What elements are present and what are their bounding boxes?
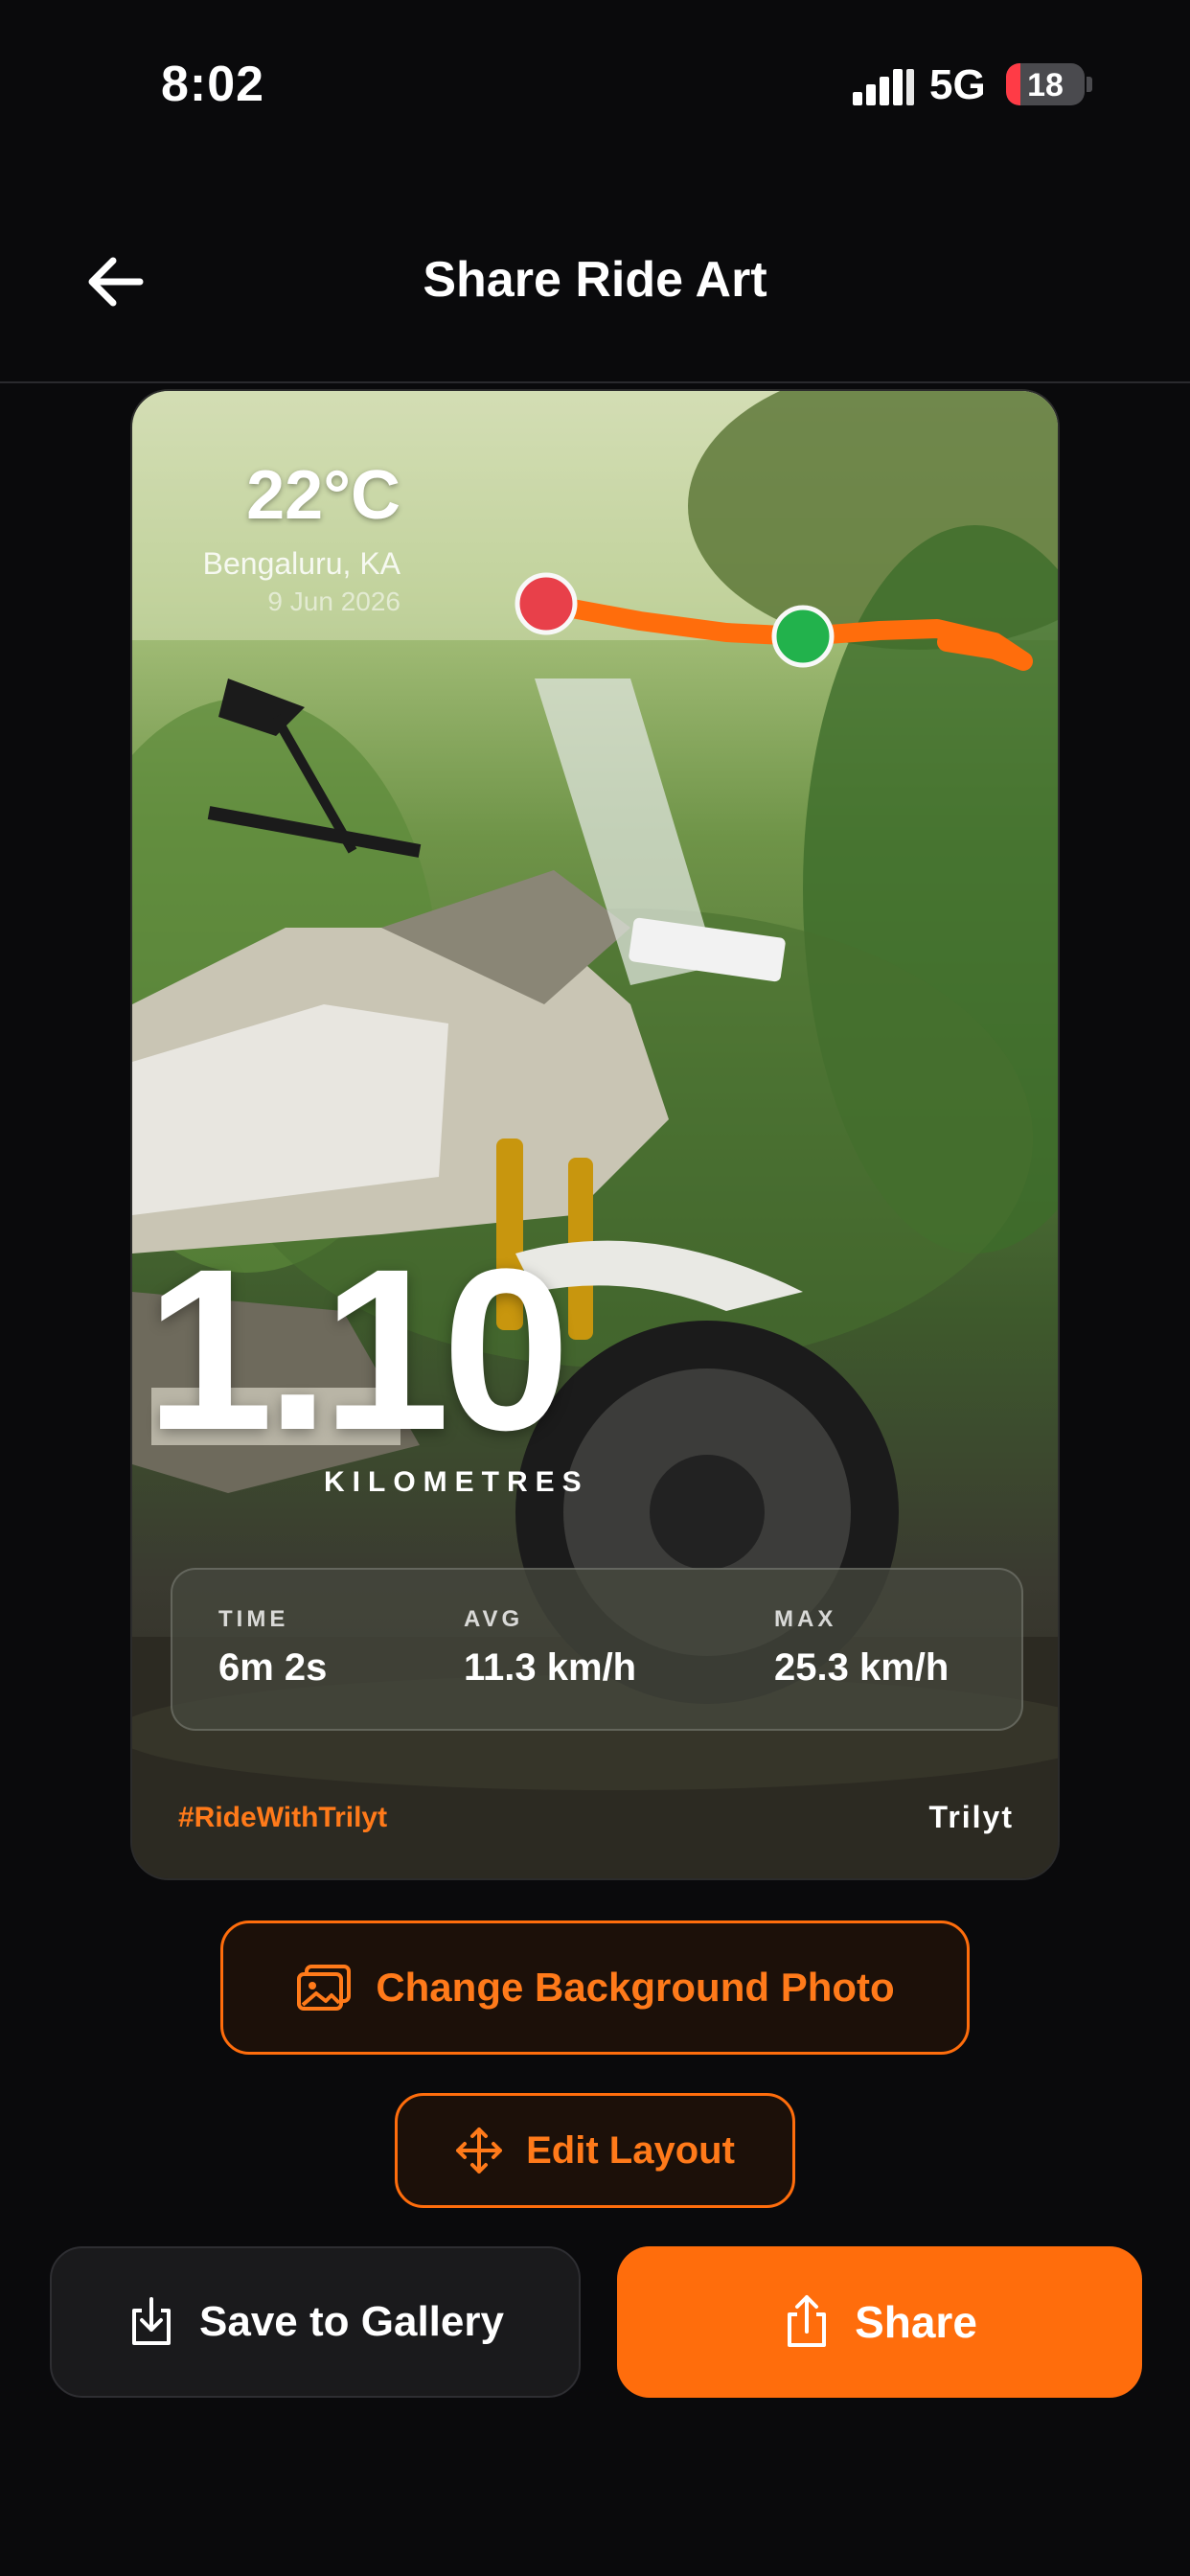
save-to-gallery-button[interactable]: Save to Gallery: [50, 2246, 581, 2398]
stats-panel: TIME 6m 2s AVG 11.3 km/h MAX 25.3 km/h: [171, 1568, 1023, 1731]
stat-label: AVG: [464, 1606, 524, 1632]
edit-layout-button[interactable]: Edit Layout: [395, 2093, 795, 2208]
change-background-button[interactable]: Change Background Photo: [220, 1920, 970, 2055]
hashtag: #RideWithTrilyt: [178, 1802, 388, 1833]
stat-value: 11.3 km/h: [464, 1646, 637, 1689]
change-background-label: Change Background Photo: [376, 1965, 895, 2010]
cellular-signal-icon: [853, 69, 914, 105]
battery-cap: [1087, 77, 1092, 92]
route-start-marker: [515, 572, 578, 635]
save-label: Save to Gallery: [199, 2298, 504, 2345]
page-title: Share Ride Art: [423, 252, 767, 308]
status-time: 8:02: [161, 57, 265, 112]
ride-art-card: 22°C Bengaluru, KA 9 Jun 2026 1.10 KILOM…: [130, 389, 1060, 1880]
status-bar: 8:02 5G 18: [0, 0, 1190, 172]
stat-avg: AVG 11.3 km/h: [464, 1606, 636, 1690]
edit-layout-label: Edit Layout: [526, 2128, 735, 2172]
image-icon: [295, 1963, 353, 2012]
stat-label: TIME: [218, 1606, 289, 1632]
move-icon: [455, 2127, 503, 2174]
battery-level: 18: [1027, 67, 1064, 104]
stat-label: MAX: [774, 1606, 837, 1632]
stat-value: 25.3 km/h: [774, 1646, 950, 1689]
download-icon: [126, 2295, 176, 2349]
distance-unit: KILOMETRES: [324, 1466, 589, 1498]
distance-value: 1.10: [146, 1221, 570, 1478]
share-icon: [782, 2293, 832, 2351]
stat-value: 6m 2s: [218, 1646, 328, 1689]
share-label: Share: [855, 2297, 977, 2347]
stat-max: MAX 25.3 km/h: [774, 1606, 949, 1690]
network-type: 5G: [929, 61, 986, 108]
header: Share Ride Art: [0, 211, 1190, 383]
battery-indicator: 18: [1006, 63, 1085, 105]
stat-time: TIME 6m 2s: [218, 1606, 327, 1690]
share-button[interactable]: Share: [617, 2246, 1142, 2398]
route-map: [515, 572, 1033, 671]
route-end-marker: [771, 605, 835, 668]
brand-watermark: Trilyt: [928, 1800, 1014, 1834]
